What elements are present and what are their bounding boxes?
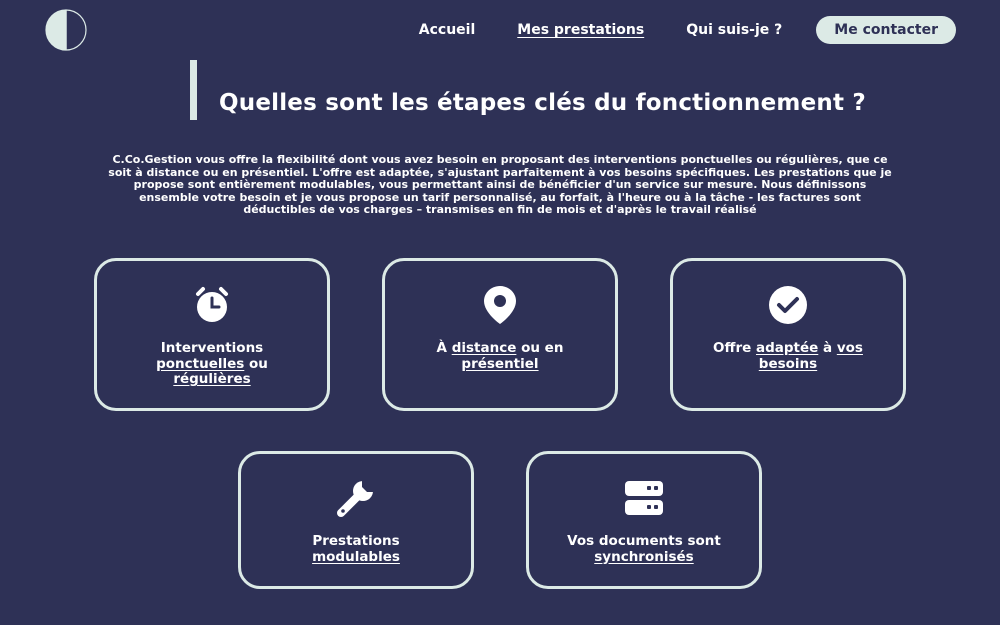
alarm-clock-icon (192, 285, 232, 325)
card-label: Prestations modulables (312, 533, 400, 565)
card-label: Vos documents sont synchronisés (567, 533, 721, 565)
card-prestations: Prestations modulables (238, 451, 474, 589)
card-link-ponctuelles[interactable]: ponctuelles (156, 356, 244, 372)
section-heading: Quelles sont les étapes clés du fonction… (190, 60, 866, 120)
card-interventions: Interventions ponctuelles ou régulières (94, 258, 330, 411)
nav-services-link[interactable]: Mes prestations (517, 22, 644, 38)
nav-about-link[interactable]: Qui suis-je ? (686, 22, 782, 38)
card-documents: Vos documents sont synchronisés (526, 451, 762, 589)
heading-accent-bar (190, 60, 197, 120)
card-label: Interventions ponctuelles ou régulières (156, 340, 268, 387)
card-distance: À distance ou en présentiel (382, 258, 618, 411)
card-label: À distance ou en présentiel (436, 340, 564, 372)
main-nav: Accueil Mes prestations Qui suis-je ? Me… (377, 16, 956, 44)
intro-text: C.Co.Gestion vous offre la flexibilité d… (108, 153, 892, 217)
card-link-vos[interactable]: vos (837, 340, 863, 356)
card-link-besoins[interactable]: besoins (759, 356, 817, 372)
page-title: Quelles sont les étapes clés du fonction… (219, 90, 866, 116)
wrench-icon (336, 478, 376, 518)
card-label: Offre adaptée à vos besoins (713, 340, 863, 372)
check-circle-icon (768, 285, 808, 325)
contact-button[interactable]: Me contacter (816, 16, 956, 44)
card-link-modulables[interactable]: modulables (312, 549, 400, 565)
location-pin-icon (480, 285, 520, 325)
card-link-regulieres[interactable]: régulières (173, 371, 250, 387)
server-icon (624, 478, 664, 518)
card-link-adaptee[interactable]: adaptée (756, 340, 818, 356)
nav-home-link[interactable]: Accueil (419, 22, 476, 38)
card-link-synchronises[interactable]: synchronisés (594, 549, 693, 565)
logo[interactable] (44, 8, 88, 52)
card-link-presentiel[interactable]: présentiel (461, 356, 538, 372)
card-link-distance[interactable]: distance (452, 340, 517, 356)
card-offre: Offre adaptée à vos besoins (670, 258, 906, 411)
